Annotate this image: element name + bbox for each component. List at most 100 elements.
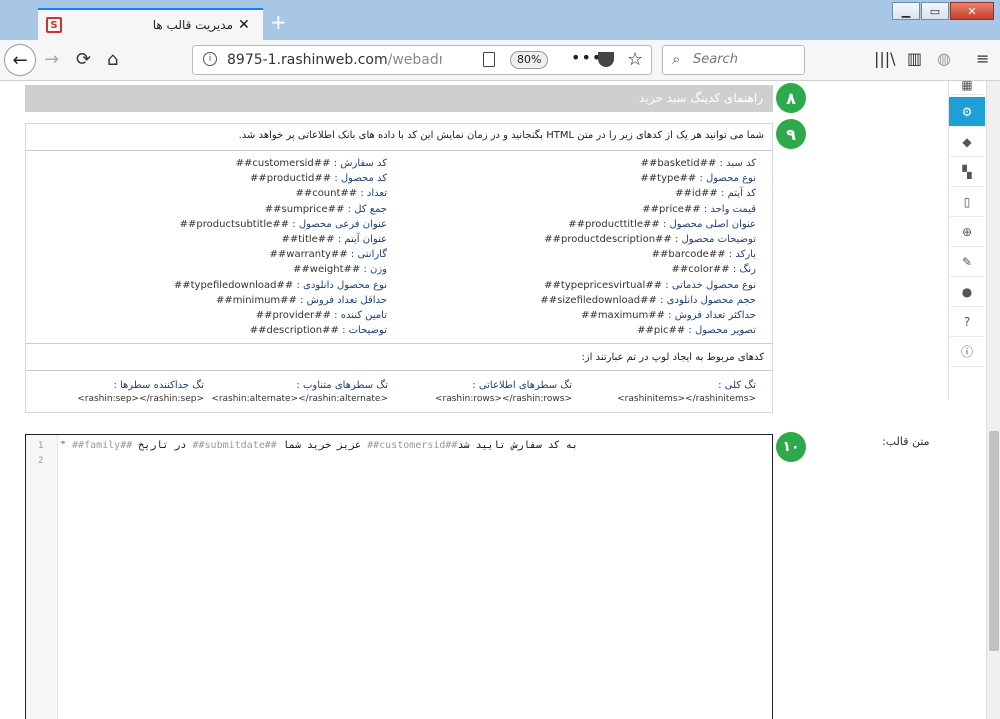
loop-tag-item: تگ کلی : <rashinitems></rashinitems> [617, 380, 756, 404]
code-item: تعداد : ##count## [295, 188, 387, 200]
address-bar[interactable]: i 8975-1.rashinweb.com/webadmin/ 80% •••… [192, 45, 652, 75]
loop-tag-code: <rashinitems></rashinitems> [617, 394, 756, 404]
url-text[interactable]: 8975-1.rashinweb.com/webadmin/ [227, 52, 442, 68]
sidebar-item-help[interactable]: ? [949, 307, 985, 337]
home-button[interactable]: ⌂ [107, 49, 118, 70]
zoom-level-badge[interactable]: 80% [510, 51, 549, 69]
step-badge-8: ۸ [776, 83, 806, 113]
quote-mark: " [60, 440, 67, 451]
tag-icon: ◆ [962, 134, 972, 149]
url-path: /webadmin/ [387, 52, 442, 68]
code-item: قیمت واحد : ##price## [642, 203, 756, 215]
line-number-gutter: 1 2 [26, 435, 58, 719]
url-host: 8975-1.rashinweb.com [227, 52, 388, 68]
code-item: بارکد : ##barcode## [651, 249, 756, 261]
code-item: گارانتی : ##warranty## [269, 249, 387, 261]
site-favicon-icon: S [46, 17, 62, 33]
search-icon: ⌕ [672, 50, 681, 68]
forward-button[interactable]: → [44, 49, 59, 70]
divider [26, 370, 772, 371]
code-item: توضیحات : ##description## [249, 325, 387, 337]
new-tab-button[interactable]: + [270, 12, 287, 32]
site-info-icon[interactable]: i [203, 52, 217, 66]
wrench-icon: ✎ [961, 254, 973, 269]
page-scrollbar[interactable] [986, 81, 1000, 719]
info-icon: ⓘ [960, 345, 973, 359]
code-item: کد سبد : ##basketid## [640, 158, 756, 169]
browser-tab[interactable]: S مدیریت قالب ها ✕ [38, 8, 263, 40]
loop-tag-item: تگ سطرهای اطلاعاتی : <rashin:rows></rash… [435, 380, 572, 404]
loop-tag-code: <rashin:alternate></rashin:alternate> [211, 394, 388, 404]
codes-column-left: کد سفارش : ##customersid## کد محصول : ##… [87, 158, 387, 340]
sidebar-item-wrench[interactable]: ✎ [949, 247, 985, 277]
token: در تاریخ [132, 440, 193, 451]
sidebar-item-windows[interactable]: ▚ [949, 157, 985, 187]
gear-icon: ⚙ [961, 104, 973, 119]
loop-tag-item: تگ جداکننده سطرها : <rashin:sep></rashin… [77, 380, 204, 404]
sidebar-item-settings[interactable]: ⚙ [949, 97, 985, 127]
loop-codes-title: کدهای مربوط به ایجاد لوپ در تم عبارتند ا… [581, 352, 764, 363]
search-input[interactable] [693, 52, 798, 67]
line-number: 1 [38, 441, 44, 451]
windows-icon: ▚ [962, 164, 972, 179]
sidebar-item-info[interactable]: ⓘ [949, 337, 985, 367]
minimize-button[interactable]: ▁ [892, 2, 920, 20]
code-item: کد محصول : ##productid## [250, 173, 387, 185]
back-button[interactable]: ← [4, 44, 36, 76]
template-code-editor[interactable]: 1 2 " ##family## در تاریخ ##submitdate## … [25, 434, 773, 719]
hamburger-menu-icon[interactable]: ≡ [976, 49, 989, 68]
divider [26, 343, 772, 344]
search-box[interactable]: ⌕ [662, 45, 805, 75]
code-item: جمع کل : ##sumprice## [264, 203, 387, 215]
code-item: حجم محصول دانلودی : ##sizefiledownload## [540, 294, 756, 306]
guide-panel-title: راهنمای کدینگ سبد خرید [639, 91, 763, 105]
reload-button[interactable]: ⟳ [76, 49, 91, 70]
close-window-button[interactable]: ✕ [950, 2, 994, 20]
loop-tag-code: <rashin:sep></rashin:sep> [77, 394, 204, 404]
code-item: عنوان آیتم : ##title## [281, 233, 388, 245]
sidebar-toggle-icon[interactable]: ▥ [907, 49, 922, 68]
navigation-toolbar: ← → ⟳ ⌂ i 8975-1.rashinweb.com/webadmin/… [0, 40, 1000, 81]
code-item: تامین کننده : ##provider## [255, 309, 387, 321]
editor-line-1[interactable]: " ##family## در تاریخ ##submitdate## عزیز… [60, 440, 580, 451]
token: تایید شد [457, 440, 506, 451]
library-icon[interactable]: |||\ [874, 49, 896, 68]
file-icon: ▯ [963, 194, 971, 209]
pocket-icon[interactable] [598, 52, 614, 67]
tab-close-icon[interactable]: ✕ [238, 17, 250, 33]
sidebar-item-globe[interactable]: ● [949, 277, 985, 307]
grid-icon: ▦ [961, 77, 973, 92]
token: ##family## [72, 440, 133, 451]
token: به کد سفارش [505, 440, 578, 451]
bookmark-star-icon[interactable]: ☆ [627, 49, 643, 70]
sidebar-item-tags[interactable]: ◆ [949, 127, 985, 157]
token: ##submitdate## [192, 440, 277, 451]
scrollbar-thumb[interactable] [989, 431, 999, 651]
guide-intro-text: شما می توانید هر یک از کدهای زیر را در م… [238, 130, 764, 141]
maximize-button[interactable]: ▭ [921, 2, 949, 20]
code-item: وزن : ##weight## [293, 264, 387, 276]
token: ##customersid## [367, 440, 458, 451]
guide-panel-header[interactable]: راهنمای کدینگ سبد خرید [25, 85, 773, 112]
question-icon: ? [963, 314, 971, 329]
globe-icon: ● [961, 284, 973, 299]
code-item: حداقل تعداد فروش : ##minimum## [215, 294, 387, 306]
code-item: نوع محصول : ##type## [640, 173, 756, 185]
tab-title: مدیریت قالب ها [152, 18, 233, 32]
codes-column-right: کد سبد : ##basketid## نوع محصول : ##type… [456, 158, 756, 340]
sidebar-item-file[interactable]: ▯ [949, 187, 985, 217]
code-item: نوع محصول دانلودی : ##typefiledownload## [173, 279, 387, 291]
code-item: کد آیتم : ##id## [675, 188, 756, 200]
code-item: نوع محصول خدماتی : ##typepricesvirtual## [544, 279, 756, 291]
loop-tag-label: تگ جداکننده سطرها : [113, 380, 204, 391]
code-item: رنگ : ##color## [671, 264, 756, 276]
reader-view-icon[interactable] [483, 52, 495, 67]
globe-icon[interactable]: ◍ [937, 49, 951, 68]
code-item: عنوان فرعی محصول : ##productsubtitle## [179, 218, 387, 230]
code-item: تصویر محصول : ##pic## [637, 325, 756, 337]
sidebar-item-grid[interactable]: ▦ [949, 75, 985, 95]
code-item: توضیحات محصول : ##productdescription## [544, 233, 756, 245]
code-item: حداکثر تعداد فروش : ##maximum## [581, 309, 756, 321]
sidebar-item-zoom[interactable]: ⊕ [949, 217, 985, 247]
arrow-left-icon: ← [12, 49, 28, 71]
